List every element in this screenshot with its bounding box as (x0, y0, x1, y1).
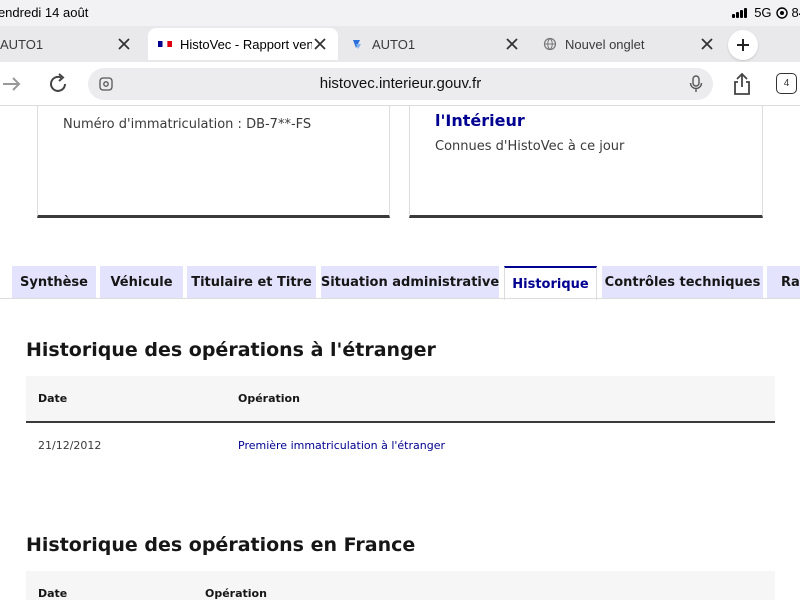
registration-number: Numéro d'immatriculation : DB-7**-FS (63, 117, 312, 132)
status-indicators: 5G 84 (732, 5, 800, 20)
column-operation: Opération (205, 587, 267, 600)
table-header-abroad: Date Opération (26, 376, 775, 423)
row-operation: Première immatriculation à l'étranger (238, 439, 445, 452)
tab-titulaire[interactable]: Titulaire et Titre (187, 266, 316, 299)
network-label: 5G (754, 5, 772, 20)
browser-tab-histovec[interactable]: HistoVec - Rapport vendeur (148, 28, 338, 60)
tab-rapport[interactable]: Ra (767, 266, 800, 299)
forward-arrow-icon[interactable] (0, 72, 24, 96)
browser-toolbar: histovec.interieur.gouv.fr 4 (0, 62, 800, 106)
reload-icon[interactable] (46, 72, 70, 96)
section-title-abroad: Historique des opérations à l'étranger (26, 339, 436, 361)
table-header-france: Date Opération (26, 571, 775, 600)
card-title: l'Intérieur (435, 111, 525, 130)
browser-tab-new[interactable]: Nouvel onglet (533, 28, 725, 60)
close-tab-icon[interactable] (312, 36, 328, 52)
status-bar: Vendredi 14 août 5G 84 (0, 0, 800, 26)
plus-icon (737, 39, 749, 51)
browser-tab-auto1-second[interactable]: AUTO1 (340, 28, 530, 60)
card-text: Connues d'HistoVec à ce jour (435, 139, 625, 154)
info-card: l'Intérieur Connues d'HistoVec à ce jour (409, 106, 763, 218)
cellular-signal-icon (732, 7, 748, 18)
tab-panel-border (0, 298, 800, 299)
battery-level: 84 (791, 5, 800, 20)
tabs-overview-button[interactable]: 4 (776, 73, 797, 94)
column-date: Date (38, 587, 68, 600)
auto1-logo-icon (353, 40, 361, 49)
close-tab-icon[interactable] (116, 36, 132, 52)
close-tab-icon[interactable] (699, 36, 715, 52)
new-tab-button[interactable] (728, 30, 758, 60)
globe-icon (543, 37, 557, 51)
microphone-icon[interactable] (689, 75, 703, 93)
address-bar[interactable]: histovec.interieur.gouv.fr (88, 68, 713, 100)
page-content: Numéro d'immatriculation : DB-7**-FS l'I… (0, 106, 800, 600)
section-title-france: Historique des opérations en France (26, 534, 416, 556)
tab-historique[interactable]: Historique (504, 266, 597, 300)
location-icon (775, 6, 788, 19)
browser-tab-auto1-first[interactable]: AUTO1 (0, 28, 142, 60)
tab-label: Nouvel onglet (565, 36, 645, 52)
french-flag-icon (158, 40, 172, 48)
column-operation: Opération (238, 392, 300, 405)
tab-situation-administrative[interactable]: Situation administrative (321, 266, 499, 299)
browser-tab-strip: AUTO1 HistoVec - Rapport vendeur AUTO1 N… (0, 26, 800, 62)
tab-controles-techniques[interactable]: Contrôles techniques (602, 266, 763, 299)
close-tab-icon[interactable] (504, 36, 520, 52)
url-text: histovec.interieur.gouv.fr (319, 75, 482, 92)
vehicle-card: Numéro d'immatriculation : DB-7**-FS (37, 106, 390, 218)
tab-vehicule[interactable]: Véhicule (100, 266, 183, 299)
report-tabs: Synthèse Véhicule Titulaire et Titre Sit… (0, 266, 800, 300)
row-date: 21/12/2012 (38, 439, 102, 452)
status-date: Vendredi 14 août (0, 5, 89, 20)
tab-label: AUTO1 (372, 36, 416, 52)
column-date: Date (38, 392, 68, 405)
tab-label: HistoVec - Rapport vendeur (180, 36, 312, 52)
tab-synthese[interactable]: Synthèse (12, 266, 96, 299)
tab-label: AUTO1 (0, 36, 44, 52)
share-icon[interactable] (730, 72, 754, 96)
